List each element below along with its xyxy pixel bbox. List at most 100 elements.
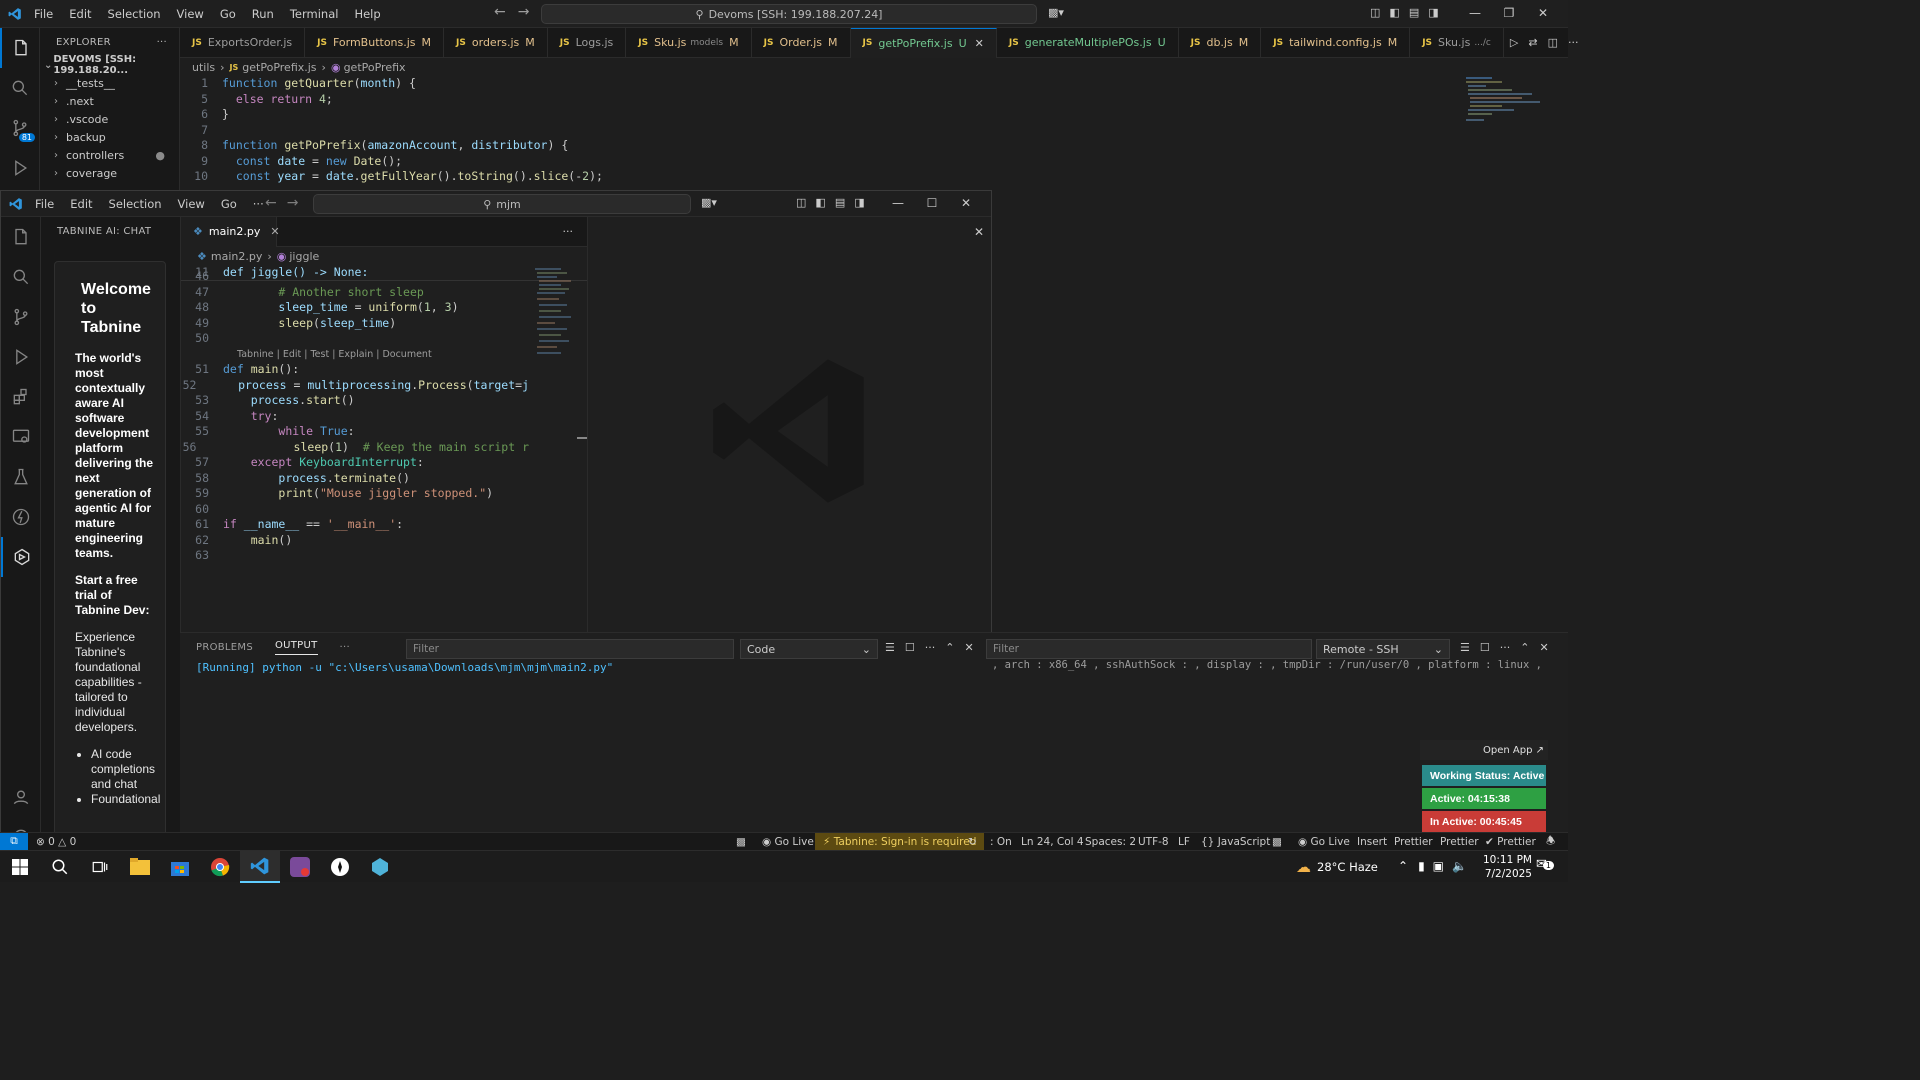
bg-command-center[interactable]: ⚲ Devoms [SSH: 199.188.207.24] xyxy=(541,4,1037,24)
prettier-status[interactable]: Prettier xyxy=(1440,836,1479,848)
more-menu-button[interactable]: ··· xyxy=(253,197,264,211)
tree-folder[interactable]: › backup xyxy=(40,128,179,146)
breadcrumb-file[interactable]: main2.py xyxy=(211,250,262,263)
explorer-root[interactable]: ⌄ DEVOMS [SSH: 199.188.20... xyxy=(40,54,179,76)
clear-output-icon[interactable]: ☰ xyxy=(885,641,895,654)
lock-icon[interactable]: ☐ xyxy=(905,641,915,654)
vscode-taskbar-icon[interactable] xyxy=(240,850,280,883)
zoom-app-icon[interactable] xyxy=(280,851,320,883)
clear-output-icon[interactable]: ☰ xyxy=(1460,641,1470,654)
breadcrumb-symbol[interactable]: jiggle xyxy=(289,250,319,263)
tree-folder[interactable]: › .vscode xyxy=(40,110,179,128)
more-actions-icon[interactable]: ··· xyxy=(563,225,574,238)
prettier-status[interactable]: Prettier xyxy=(1394,836,1433,848)
fg-code-editor[interactable]: 46 47 # Another short sleep 48 sleep_time … xyxy=(181,269,529,564)
forward-arrow-icon[interactable]: → xyxy=(518,4,530,20)
editor-tab[interactable]: JS Order.js M xyxy=(752,27,851,58)
toggle-sidebar-icon[interactable]: ◧ xyxy=(815,196,825,209)
back-arrow-icon[interactable]: ← xyxy=(265,195,277,211)
breadcrumb-file[interactable]: getPoPrefix.js xyxy=(242,61,316,74)
copilot-icon[interactable]: ▩▾ xyxy=(701,196,717,209)
customize-layout-icon[interactable]: ◫ xyxy=(1370,6,1380,19)
menu-terminal[interactable]: Terminal xyxy=(290,7,339,21)
menu-go[interactable]: Go xyxy=(220,7,236,21)
run-debug-icon[interactable] xyxy=(0,148,40,188)
toggle-sidebar-icon[interactable]: ◧ xyxy=(1389,6,1399,19)
fg-minimap[interactable] xyxy=(531,265,575,375)
microsoft-store-icon[interactable] xyxy=(160,851,200,883)
more-actions-icon[interactable]: ··· xyxy=(1500,641,1511,654)
file-explorer-icon[interactable] xyxy=(120,851,160,883)
copilot-status-icon[interactable]: ▩ xyxy=(1272,836,1282,848)
tabnine-codelens[interactable]: Tabnine | Edit | Test | Explain | Docume… xyxy=(181,347,529,363)
encoding[interactable]: UTF-8 xyxy=(1138,836,1169,848)
editor-tab[interactable]: JS Logs.js xyxy=(548,27,627,58)
editor-tab[interactable]: JS Sku.js models M xyxy=(626,27,752,58)
lock-icon[interactable]: ☐ xyxy=(1480,641,1490,654)
split-editor-icon[interactable]: ◫ xyxy=(1548,36,1558,49)
panel-more-button[interactable]: ··· xyxy=(340,642,350,653)
bg-minimap[interactable] xyxy=(1462,76,1546,126)
minimize-button[interactable]: — xyxy=(1458,6,1492,20)
go-live-button[interactable]: ◉ Go Live xyxy=(762,836,814,848)
editor-tab[interactable]: JS ExportsOrder.js xyxy=(180,27,306,58)
source-control-icon[interactable] xyxy=(1,297,41,337)
chrome-icon[interactable] xyxy=(200,851,240,883)
notification-center-icon[interactable]: ✉1 xyxy=(1536,857,1554,872)
lightning-icon[interactable] xyxy=(1,497,41,537)
account-icon[interactable] xyxy=(1,777,41,817)
on-indicator[interactable]: : On xyxy=(990,836,1012,848)
menu-file[interactable]: File xyxy=(35,197,54,211)
task-view-icon[interactable] xyxy=(80,851,120,883)
editor-tab[interactable]: JS Sku.js .../c xyxy=(1410,27,1504,58)
menu-help[interactable]: Help xyxy=(354,7,380,21)
tree-folder[interactable]: › .next xyxy=(40,92,179,110)
close-button[interactable]: ✕ xyxy=(949,196,983,210)
tabnine-status[interactable]: ⚡ Tabnine: Sign-in is required xyxy=(815,833,985,851)
maximize-panel-icon[interactable]: ⌃ xyxy=(945,641,954,654)
run-icon[interactable]: ▷ xyxy=(1510,36,1518,49)
output-channel-select[interactable]: Code ⌄ xyxy=(740,639,878,659)
tabnine-cta[interactable]: Start a free trial of Tabnine Dev: xyxy=(75,573,157,618)
editor-tab[interactable]: JS getPoPrefix.js U ✕ xyxy=(850,27,997,58)
output-filter-input[interactable]: Filter xyxy=(406,639,734,659)
battery-icon[interactable]: ▮ xyxy=(1418,859,1425,873)
notifications-bell-icon[interactable]: 🕭 xyxy=(1546,833,1555,851)
restore-button[interactable]: ❐ xyxy=(1492,6,1526,20)
editor-scrollbar[interactable] xyxy=(577,437,587,439)
customize-layout-icon[interactable]: ◫ xyxy=(796,196,806,209)
forward-arrow-icon[interactable]: → xyxy=(287,195,299,211)
toggle-panel-icon[interactable]: ▤ xyxy=(835,196,845,209)
more-actions-icon[interactable]: ··· xyxy=(925,641,936,654)
menu-edit[interactable]: Edit xyxy=(70,197,92,211)
menu-view[interactable]: View xyxy=(177,7,204,21)
explorer-icon[interactable] xyxy=(0,28,40,68)
run-debug-icon[interactable] xyxy=(1,337,41,377)
editor-tab[interactable]: JS orders.js M xyxy=(444,27,548,58)
language-mode[interactable]: {} JavaScript xyxy=(1201,836,1270,848)
extensions-icon[interactable] xyxy=(1,377,41,417)
taskbar-search-icon[interactable] xyxy=(40,851,80,883)
minimize-button[interactable]: — xyxy=(881,196,915,210)
weather-widget[interactable]: ☁ 28°C Haze xyxy=(1296,858,1378,876)
tab-main2-py[interactable]: ❖ main2.py ✕ xyxy=(181,216,280,247)
close-panel-icon[interactable]: ✕ xyxy=(974,225,984,239)
menu-selection[interactable]: Selection xyxy=(109,197,162,211)
vpn-app-icon[interactable] xyxy=(320,851,360,883)
more-actions-icon[interactable]: ··· xyxy=(157,37,167,48)
breadcrumb-folder[interactable]: utils xyxy=(192,61,215,74)
more-actions-icon[interactable]: ··· xyxy=(1568,36,1579,49)
menu-view[interactable]: View xyxy=(178,197,205,211)
tree-folder[interactable]: › controllers ● xyxy=(40,146,179,164)
remote-explorer-icon[interactable] xyxy=(1,417,41,457)
bg-code-editor[interactable]: 1 function getQuarter(month) {5 else retu… xyxy=(180,76,1460,190)
testing-icon[interactable] xyxy=(1,457,41,497)
chevron-up-icon[interactable]: ⌃ xyxy=(1398,859,1408,873)
close-panel-icon[interactable]: ✕ xyxy=(1539,641,1548,654)
source-control-icon[interactable]: 81 xyxy=(0,108,40,148)
tab-problems[interactable]: PROBLEMS xyxy=(196,642,253,653)
editor-tab[interactable]: JS tailwind.config.js M xyxy=(1261,27,1411,58)
toggle-panel-icon[interactable]: ▤ xyxy=(1409,6,1419,19)
volume-icon[interactable]: 🔈 xyxy=(1452,859,1467,873)
back-arrow-icon[interactable]: ← xyxy=(494,4,506,20)
